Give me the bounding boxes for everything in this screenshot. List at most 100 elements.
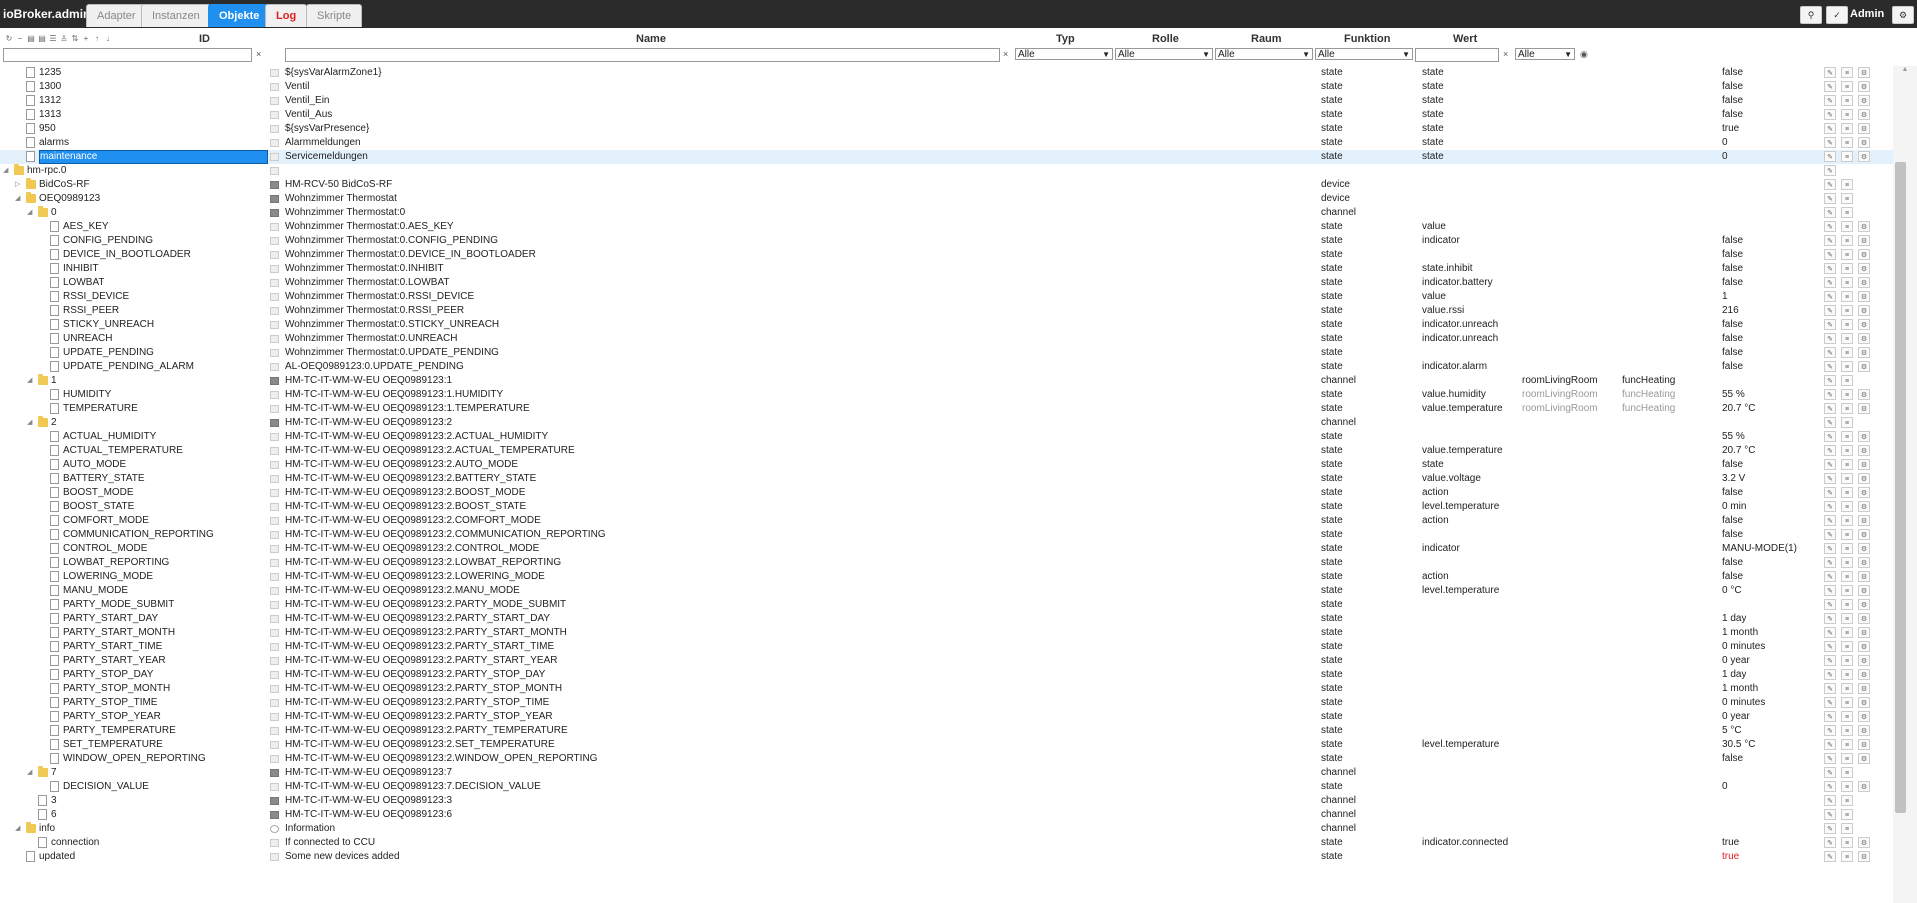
table-row[interactable]: RSSI_DEVICE Wohnzimmer Thermostat:0.RSSI_… bbox=[0, 290, 1893, 304]
delete-icon[interactable]: ≡ bbox=[1841, 291, 1853, 302]
settings-icon[interactable]: ⚙ bbox=[1858, 501, 1870, 512]
row-id[interactable]: PARTY_START_YEAR bbox=[63, 654, 166, 667]
row-value[interactable]: 1 month bbox=[1722, 682, 1758, 696]
delete-icon[interactable]: ≡ bbox=[1841, 473, 1853, 484]
name-filter-clear-icon[interactable]: × bbox=[1003, 49, 1008, 59]
settings-icon[interactable]: ⚙ bbox=[1858, 585, 1870, 596]
scrollbar-thumb[interactable] bbox=[1895, 162, 1906, 813]
delete-icon[interactable]: ≡ bbox=[1841, 613, 1853, 624]
row-value[interactable]: 20.7 °C bbox=[1722, 402, 1755, 416]
row-id[interactable]: SET_TEMPERATURE bbox=[63, 738, 163, 751]
settings-icon[interactable]: ⚙ bbox=[1858, 543, 1870, 554]
settings-icon[interactable]: ⚙ bbox=[1858, 95, 1870, 106]
delete-icon[interactable]: ≡ bbox=[1841, 319, 1853, 330]
edit-icon[interactable]: ✎ bbox=[1824, 809, 1836, 820]
edit-icon[interactable]: ✎ bbox=[1824, 249, 1836, 260]
delete-icon[interactable]: ≡ bbox=[1841, 109, 1853, 120]
delete-icon[interactable]: ≡ bbox=[1841, 193, 1853, 204]
row-id[interactable]: updated bbox=[39, 850, 75, 863]
table-row[interactable]: UNREACH Wohnzimmer Thermostat:0.UNREACH st… bbox=[0, 332, 1893, 346]
delete-icon[interactable]: ≡ bbox=[1841, 347, 1853, 358]
delete-icon[interactable]: ≡ bbox=[1841, 389, 1853, 400]
row-value[interactable]: false bbox=[1722, 318, 1743, 332]
table-row[interactable]: PARTY_START_DAY HM-TC-IT-WM-W-EU OEQ09891… bbox=[0, 612, 1893, 626]
folder-close-icon[interactable]: ▤ bbox=[37, 34, 47, 43]
row-id[interactable]: ACTUAL_HUMIDITY bbox=[63, 430, 156, 443]
table-row[interactable]: ◢ 7 HM-TC-IT-WM-W-EU OEQ0989123:7 channel ✎ ≡ bbox=[0, 766, 1893, 780]
row-value[interactable]: false bbox=[1722, 486, 1743, 500]
delete-icon[interactable]: ≡ bbox=[1841, 627, 1853, 638]
delete-icon[interactable]: ≡ bbox=[1841, 669, 1853, 680]
row-id[interactable]: CONTROL_MODE bbox=[63, 542, 147, 555]
edit-icon[interactable]: ✎ bbox=[1824, 557, 1836, 568]
edit-icon[interactable]: ✎ bbox=[1824, 711, 1836, 722]
settings-icon[interactable]: ⚙ bbox=[1858, 235, 1870, 246]
settings-icon[interactable]: ⚙ bbox=[1858, 81, 1870, 92]
settings-icon[interactable]: ⚙ bbox=[1858, 557, 1870, 568]
edit-icon[interactable]: ✎ bbox=[1824, 767, 1836, 778]
settings-icon[interactable]: ⚙ bbox=[1858, 669, 1870, 680]
settings-icon[interactable]: ⚙ bbox=[1858, 291, 1870, 302]
settings-icon[interactable]: ⚙ bbox=[1858, 123, 1870, 134]
edit-icon[interactable]: ✎ bbox=[1824, 123, 1836, 134]
edit-icon[interactable]: ✎ bbox=[1824, 571, 1836, 582]
row-value[interactable]: 55 % bbox=[1722, 430, 1745, 444]
delete-icon[interactable]: ≡ bbox=[1841, 403, 1853, 414]
table-row[interactable]: PARTY_TEMPERATURE HM-TC-IT-WM-W-EU OEQ098… bbox=[0, 724, 1893, 738]
table-row[interactable]: ACTUAL_TEMPERATURE HM-TC-IT-WM-W-EU OEQ09… bbox=[0, 444, 1893, 458]
settings-icon[interactable]: ⚙ bbox=[1858, 151, 1870, 162]
row-value[interactable]: true bbox=[1722, 836, 1739, 850]
table-row[interactable]: BATTERY_STATE HM-TC-IT-WM-W-EU OEQ0989123… bbox=[0, 472, 1893, 486]
settings-icon[interactable]: ⚙ bbox=[1858, 389, 1870, 400]
row-value[interactable]: false bbox=[1722, 94, 1743, 108]
delete-icon[interactable]: ≡ bbox=[1841, 823, 1853, 834]
delete-icon[interactable]: ≡ bbox=[1841, 683, 1853, 694]
row-id[interactable]: PARTY_START_DAY bbox=[63, 612, 158, 625]
row-id[interactable]: DEVICE_IN_BOOTLOADER bbox=[63, 248, 191, 261]
delete-icon[interactable]: ≡ bbox=[1841, 417, 1853, 428]
delete-icon[interactable]: ≡ bbox=[1841, 249, 1853, 260]
delete-icon[interactable]: ≡ bbox=[1841, 585, 1853, 596]
table-row[interactable]: 1235 ${sysVarAlarmZone1} state state false ✎ ≡… bbox=[0, 66, 1893, 80]
table-row[interactable]: 1312 Ventil_Ein state state false ✎ ≡ ⚙ bbox=[0, 94, 1893, 108]
settings-icon[interactable]: ⚙ bbox=[1858, 67, 1870, 78]
settings-icon[interactable]: ⚙ bbox=[1858, 641, 1870, 652]
edit-icon[interactable]: ✎ bbox=[1824, 81, 1836, 92]
column-role[interactable]: Rolle bbox=[1152, 33, 1179, 45]
table-row[interactable]: 1313 Ventil_Aus state state false ✎ ≡ ⚙ bbox=[0, 108, 1893, 122]
id-filter-input[interactable] bbox=[3, 48, 252, 62]
row-id[interactable]: CONFIG_PENDING bbox=[63, 234, 153, 247]
edit-icon[interactable]: ✎ bbox=[1824, 641, 1836, 652]
settings-icon[interactable]: ⚙ bbox=[1858, 725, 1870, 736]
table-row[interactable]: 1300 Ventil state state false ✎ ≡ ⚙ bbox=[0, 80, 1893, 94]
settings-icon[interactable]: ⚙ bbox=[1858, 109, 1870, 120]
row-value[interactable]: 20.7 °C bbox=[1722, 444, 1755, 458]
row-value[interactable]: 1 day bbox=[1722, 668, 1746, 682]
row-id[interactable]: RSSI_DEVICE bbox=[63, 290, 129, 303]
row-id[interactable]: AES_KEY bbox=[63, 220, 109, 233]
row-id[interactable]: PARTY_TEMPERATURE bbox=[63, 724, 176, 737]
table-row[interactable]: updated Some new devices added state true ✎ ≡… bbox=[0, 850, 1893, 864]
add-icon[interactable]: + bbox=[81, 34, 91, 43]
settings-icon[interactable]: ⚙ bbox=[1858, 361, 1870, 372]
row-id[interactable]: 3 bbox=[51, 794, 57, 807]
row-id[interactable]: maintenance bbox=[39, 150, 268, 164]
row-value[interactable]: false bbox=[1722, 262, 1743, 276]
row-value[interactable]: false bbox=[1722, 514, 1743, 528]
tab-log[interactable]: Log bbox=[265, 4, 308, 27]
delete-icon[interactable]: ≡ bbox=[1841, 641, 1853, 652]
column-value[interactable]: Wert bbox=[1453, 33, 1477, 45]
table-row[interactable]: ◢ OEQ0989123 Wohnzimmer Thermostat device ✎ ≡ bbox=[0, 192, 1893, 206]
delete-icon[interactable]: ≡ bbox=[1841, 207, 1853, 218]
delete-icon[interactable]: ≡ bbox=[1841, 137, 1853, 148]
delete-icon[interactable]: ≡ bbox=[1841, 67, 1853, 78]
row-id[interactable]: hm-rpc.0 bbox=[27, 164, 66, 177]
row-value[interactable]: 0 bbox=[1722, 780, 1728, 794]
settings-icon[interactable]: ⚙ bbox=[1858, 529, 1870, 540]
row-id[interactable]: 1300 bbox=[39, 80, 61, 93]
edit-icon[interactable]: ✎ bbox=[1824, 669, 1836, 680]
table-row[interactable]: 950 ${sysVarPresence} state state true ✎ ≡ ⚙ bbox=[0, 122, 1893, 136]
row-value[interactable]: false bbox=[1722, 360, 1743, 374]
table-row[interactable]: PARTY_STOP_MONTH HM-TC-IT-WM-W-EU OEQ0989… bbox=[0, 682, 1893, 696]
row-value[interactable]: false bbox=[1722, 556, 1743, 570]
